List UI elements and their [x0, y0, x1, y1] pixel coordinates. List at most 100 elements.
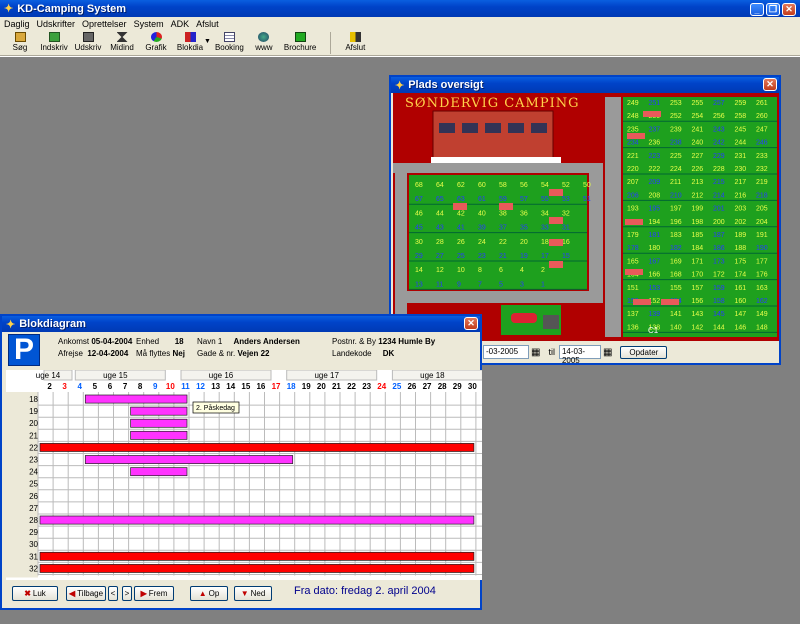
- plot-number-left: 25: [457, 253, 465, 260]
- ned-button[interactable]: ▼ Ned: [234, 586, 272, 601]
- day-number: 25: [392, 382, 401, 391]
- plot-number-left: 65: [436, 196, 444, 203]
- plot-number-right: 140: [670, 324, 682, 331]
- row-label: 32: [29, 564, 38, 573]
- toolbar-button-indskriv[interactable]: Indskriv: [40, 30, 68, 52]
- plot-number-right: 218: [756, 192, 768, 199]
- plot-number-left: 57: [520, 196, 528, 203]
- plads-close-button[interactable]: ✕: [763, 78, 777, 91]
- toolbar-button-brochure[interactable]: Brochure: [284, 30, 316, 52]
- update-button[interactable]: Opdater: [620, 345, 668, 359]
- plot-number-left: 43: [436, 225, 444, 232]
- toolbar-label: Indskriv: [40, 43, 68, 52]
- plot-number-right: 260: [756, 113, 768, 120]
- day-number: 15: [241, 382, 250, 391]
- menu-oprettelser[interactable]: Oprettelser: [82, 19, 127, 29]
- date-from-field[interactable]: -03-2005: [483, 345, 529, 359]
- plot-number-right: 241: [692, 126, 704, 133]
- plot-number-left: 33: [541, 225, 549, 232]
- plot-number-right: 247: [756, 126, 768, 133]
- plot-number-right: 146: [735, 324, 747, 331]
- building-window: [531, 123, 547, 133]
- plot-number-right: 206: [627, 192, 639, 199]
- op-button[interactable]: ▲ Op: [190, 586, 228, 601]
- road: [589, 163, 603, 303]
- maximize-button[interactable]: ❐: [766, 3, 780, 16]
- plot-number-left: 28: [436, 239, 444, 246]
- plot-number-left: 19: [520, 253, 528, 260]
- plot-number-right: 180: [649, 245, 661, 252]
- calendar-icon[interactable]: ▦: [603, 347, 612, 358]
- plot-number-right: 259: [735, 100, 747, 107]
- toolbar-button-sog[interactable]: Søg: [6, 30, 34, 52]
- tent-marker: [549, 239, 563, 246]
- plot-number-right: 239: [670, 126, 682, 133]
- toolbar-button-grafik[interactable]: Grafik: [142, 30, 170, 52]
- calendar-icon: [223, 32, 235, 42]
- toolbar-button-www[interactable]: www: [250, 30, 278, 52]
- minimize-button[interactable]: _: [750, 3, 764, 16]
- plot-number-right: 256: [713, 113, 725, 120]
- day-number: 14: [226, 382, 235, 391]
- block-diagram-grid[interactable]: uge 14 uge 15 uge 16 uge 17 uge 18 2 3 4 5 6 7 8 9 10…: [6, 369, 483, 580]
- plot-number-right: 199: [692, 206, 704, 213]
- booking-bar: [39, 515, 475, 525]
- toolbar-separator: [330, 32, 332, 54]
- next-button[interactable]: >: [122, 586, 132, 601]
- plot-number-left: 37: [499, 225, 507, 232]
- toolbar-button-udskriv[interactable]: Udskriv: [74, 30, 102, 52]
- blok-close-button[interactable]: ✕: [464, 317, 478, 330]
- plot-number-right: 137: [627, 311, 639, 318]
- menu-daglig[interactable]: Daglig: [4, 19, 30, 29]
- plot-label-c1: C1: [648, 326, 659, 335]
- plot-number-right: 184: [692, 245, 704, 252]
- plot-number-left: 42: [457, 210, 465, 217]
- tent-marker: [499, 203, 513, 210]
- toolbar-button-booking[interactable]: Booking: [215, 30, 244, 52]
- date-to-field[interactable]: 14-03-2005: [558, 345, 601, 365]
- luk-button[interactable]: ✖ Luk: [12, 586, 58, 601]
- toolbar-button-midind[interactable]: Midind: [108, 30, 136, 52]
- tilbage-button[interactable]: ◀ Tilbage: [66, 586, 106, 601]
- booking-bar: [84, 394, 188, 404]
- toolbar-button-afslut[interactable]: Afslut: [341, 30, 369, 52]
- toolbar-button-blokdia[interactable]: Blokdia: [176, 30, 204, 52]
- calendar-icon[interactable]: ▦: [531, 347, 540, 358]
- menu-adk[interactable]: ADK: [171, 19, 190, 29]
- menu-afslut[interactable]: Afslut: [196, 19, 219, 29]
- plot-number-right: 193: [627, 206, 639, 213]
- plot-number-right: 136: [627, 324, 639, 331]
- frem-button[interactable]: ▶ Frem: [134, 586, 174, 601]
- plot-number-right: 246: [756, 140, 768, 147]
- day-number: 27: [423, 382, 432, 391]
- blok-title: Blokdiagram: [19, 318, 86, 330]
- menu-system[interactable]: System: [134, 19, 164, 29]
- postnr-value: 1234 Humle By: [378, 337, 436, 346]
- plot-number-right: 162: [756, 298, 768, 305]
- plot-number-left: 7: [478, 281, 482, 288]
- road: [605, 97, 621, 337]
- plot-number-right: 220: [627, 166, 639, 173]
- plot-number-right: 187: [713, 232, 725, 239]
- dropdown-arrow-icon[interactable]: ▼: [204, 38, 211, 45]
- row-label: 22: [29, 443, 38, 452]
- row-label: 20: [29, 419, 38, 428]
- row-label: 19: [29, 407, 38, 416]
- prev-button[interactable]: <: [108, 586, 118, 601]
- building-window: [508, 123, 524, 133]
- plot-number-right: 244: [735, 140, 747, 147]
- building-window: [462, 123, 478, 133]
- plot-number-right: 231: [735, 153, 747, 160]
- close-x-icon: ✖: [24, 589, 31, 598]
- plot-number-right: 139: [649, 311, 661, 318]
- row-label: 30: [29, 540, 38, 549]
- menu-udskrifter[interactable]: Udskrifter: [37, 19, 76, 29]
- plot-number-right: 188: [735, 245, 747, 252]
- plot-number-right: 200: [713, 219, 725, 226]
- plot-number-left: 14: [415, 267, 423, 274]
- parking-icon: P: [8, 333, 40, 366]
- plot-number-left: 23: [478, 253, 486, 260]
- close-button[interactable]: ✕: [782, 3, 796, 16]
- day-number: 23: [362, 382, 371, 391]
- plot-number-left: 45: [415, 225, 423, 232]
